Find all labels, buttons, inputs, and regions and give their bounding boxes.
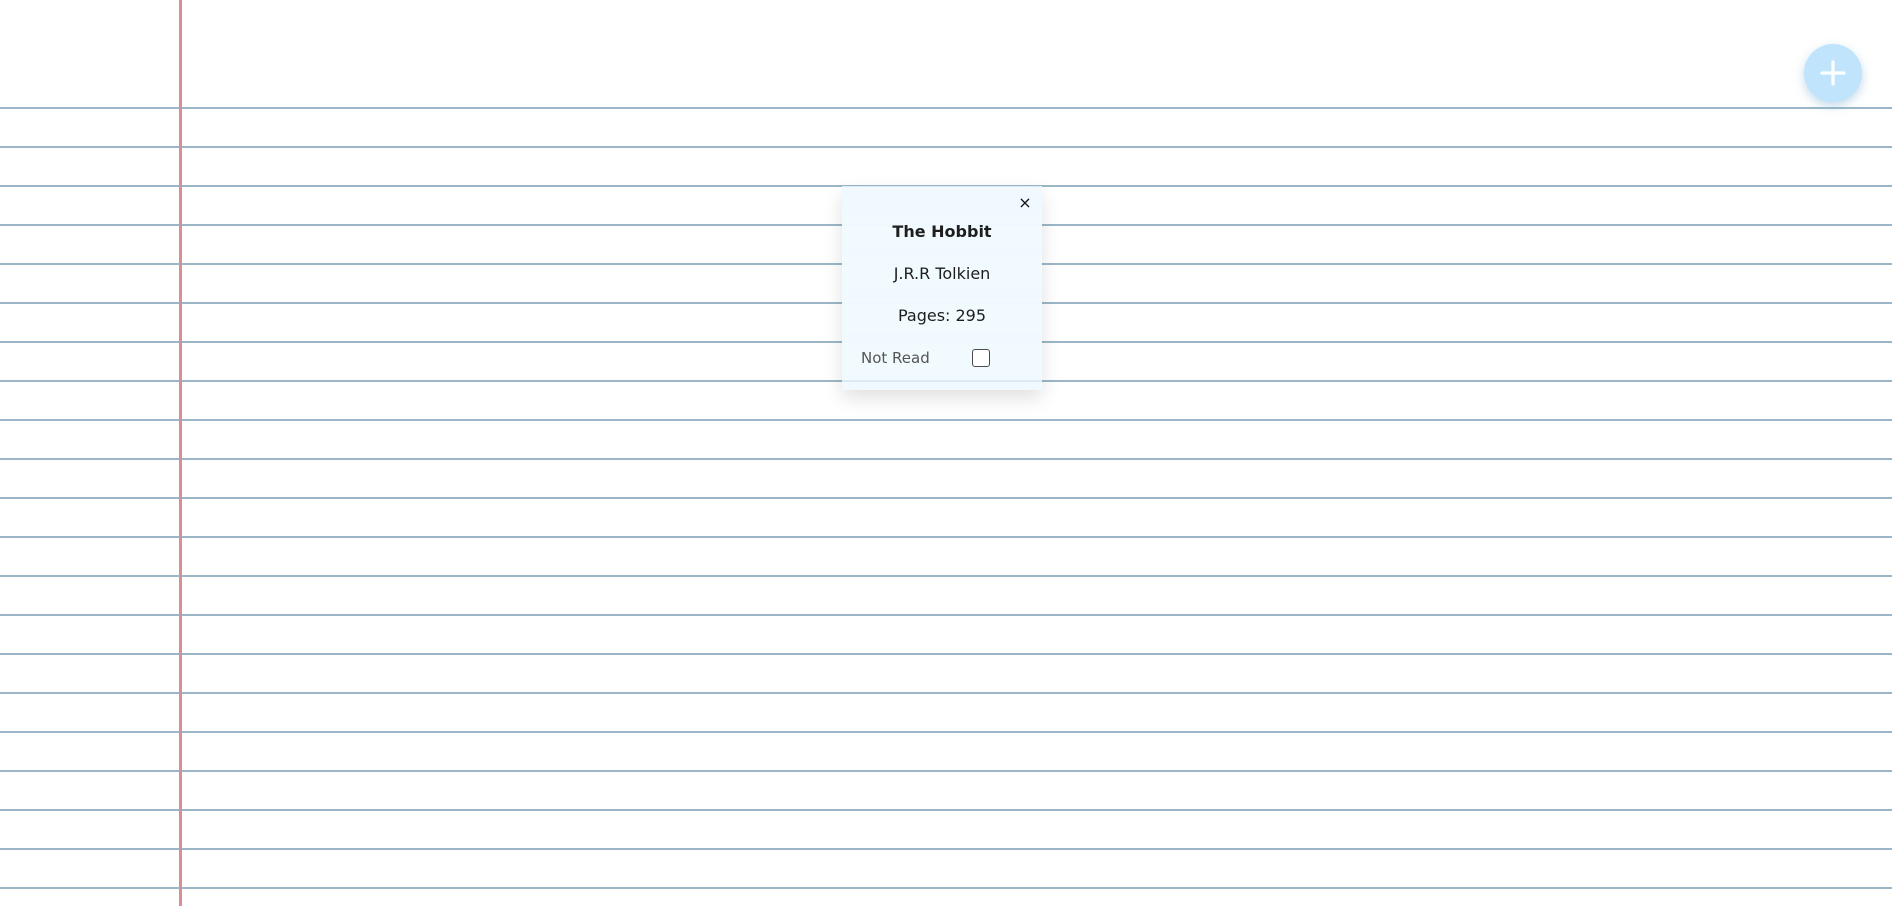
paper-rule-line (0, 107, 1892, 109)
read-status-checkbox[interactable] (971, 349, 990, 367)
plus-icon (1820, 60, 1846, 86)
book-pages: Pages: 295 (842, 298, 1042, 332)
notebook-margin-line (179, 0, 182, 906)
book-author: J.R.R Tolkien (842, 256, 1042, 290)
close-icon[interactable]: × (1016, 194, 1034, 212)
book-card: × The Hobbit J.R.R Tolkien Pages: 295 No… (842, 186, 1042, 390)
book-title: The Hobbit (842, 214, 1042, 248)
read-status-label: Not Read (861, 349, 930, 367)
lined-paper-page: × The Hobbit J.R.R Tolkien Pages: 295 No… (0, 0, 1892, 906)
page-header-space (0, 0, 1892, 107)
add-book-button[interactable] (1804, 44, 1862, 102)
read-status-row: Not Read (842, 341, 1042, 375)
